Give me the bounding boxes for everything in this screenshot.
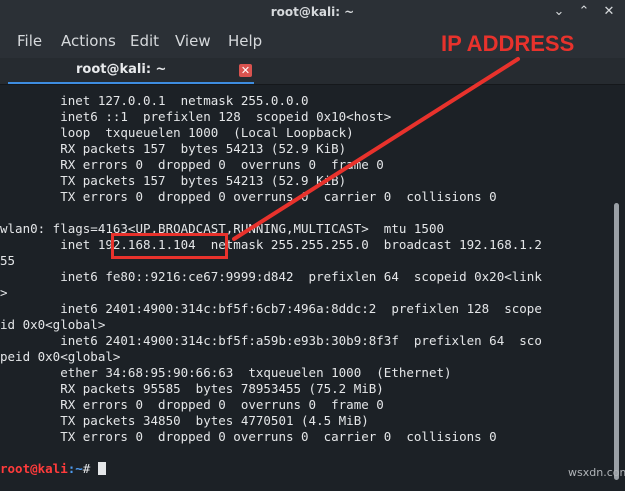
tab-label: root@kali: ~ (76, 62, 167, 77)
scrollbar[interactable] (612, 85, 625, 480)
terminal-line: inet 127.0.0.1 netmask 255.0.0.0 (0, 93, 309, 108)
terminal-line: TX errors 0 dropped 0 overruns 0 carrier… (0, 189, 497, 204)
menu-actions-label: Actions (61, 32, 116, 50)
terminal-line: loop txqueuelen 1000 (Local Loopback) (0, 125, 354, 140)
prompt-line[interactable]: root@kali:~# (0, 461, 106, 477)
terminal-line: TX packets 34850 bytes 4770501 (4.5 MiB) (0, 413, 369, 428)
text-cursor (97, 462, 106, 475)
terminal-line: inet6 2401:4900:314c:bf5f:6cb7:496a:8ddc… (0, 301, 542, 316)
prompt-user: root@kali (0, 461, 68, 476)
scrollbar-thumb[interactable] (614, 203, 619, 480)
menu-edit-label: Edit (130, 32, 160, 50)
menu-actions[interactable]: Actions (61, 32, 116, 50)
terminal-line: 55 (0, 253, 16, 268)
terminal-line: RX packets 95585 bytes 78953455 (75.2 Mi… (0, 381, 384, 396)
menu-view[interactable]: View (175, 32, 211, 50)
menu-file-label: File (17, 32, 43, 50)
menu-help-label: Help (228, 32, 263, 50)
terminal-line: TX packets 157 bytes 54213 (52.9 KiB) (0, 173, 347, 188)
terminal-line: inet 192.168.1.104 netmask 255.255.255.0… (0, 237, 542, 252)
terminal-line: RX errors 0 dropped 0 overruns 0 frame 0 (0, 157, 384, 172)
maximize-icon[interactable]: ⌃ (576, 4, 592, 20)
menu-help[interactable]: Help (228, 32, 262, 50)
prompt-path: :~ (67, 461, 83, 476)
menu-file[interactable]: File (17, 32, 42, 50)
close-icon[interactable]: ✕ (601, 4, 617, 20)
tab-bar: root@kali: ~ ✕ (0, 58, 625, 85)
terminal-line: inet6 2401:4900:314c:bf5f:a59b:e93b:30b9… (0, 333, 542, 348)
window-title: root@kali: ~ (270, 5, 355, 19)
terminal-line: id 0x0<global> (0, 317, 106, 332)
minimize-icon[interactable]: ⌄ (551, 4, 567, 20)
tab-terminal[interactable]: root@kali: ~ ✕ (8, 58, 254, 84)
terminal-line: > (0, 285, 8, 300)
terminal-output[interactable]: inet 127.0.0.1 netmask 255.0.0.0 inet6 :… (0, 85, 612, 480)
terminal-line: TX errors 0 dropped 0 overruns 0 carrier… (0, 429, 497, 444)
terminal-line: peid 0x0<global> (0, 349, 121, 364)
terminal-line: inet6 fe80::9216:ce67:9999:d842 prefixle… (0, 269, 542, 284)
title-bar: root@kali: ~ ⌄ ⌃ ✕ (0, 0, 625, 26)
watermark: wsxdn.com (568, 466, 625, 479)
ip-address-highlight-box (111, 233, 228, 259)
terminal-line: inet6 ::1 prefixlen 128 scopeid 0x10<hos… (0, 109, 392, 124)
tab-close-icon[interactable]: ✕ (239, 64, 252, 77)
menu-view-label: View (175, 32, 211, 50)
terminal-line: ether 34:68:95:90:66:63 txqueuelen 1000 … (0, 365, 452, 380)
prompt-symbol: # (82, 461, 98, 476)
menu-edit[interactable]: Edit (130, 32, 159, 50)
terminal-line: RX packets 157 bytes 54213 (52.9 KiB) (0, 141, 347, 156)
terminal-line: RX errors 0 dropped 0 overruns 0 frame 0 (0, 397, 384, 412)
annotation-label: IP ADDRESS (441, 31, 575, 56)
